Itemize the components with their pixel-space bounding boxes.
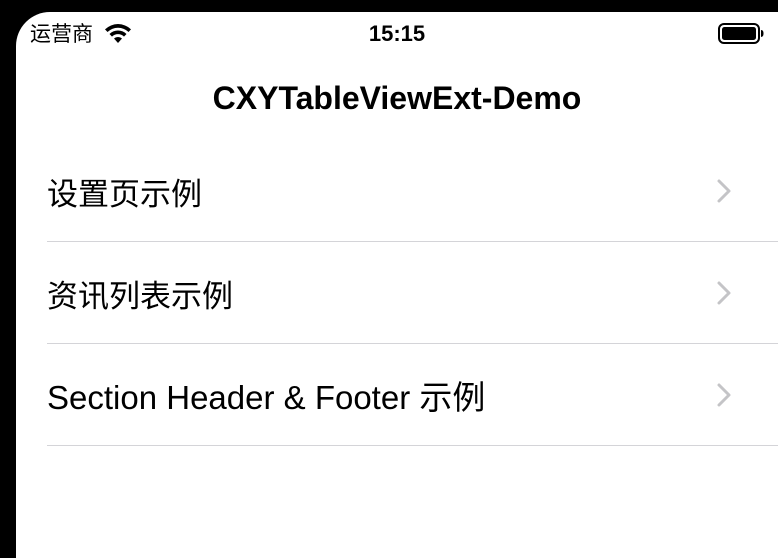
row-label: Section Header & Footer 示例	[47, 379, 486, 416]
status-bar: 运营商 15:15	[16, 12, 778, 56]
chevron-right-icon	[717, 281, 731, 305]
table-row-news-list-demo[interactable]: 资讯列表示例	[16, 242, 778, 344]
chevron-right-icon	[717, 383, 731, 407]
row-label: 设置页示例	[47, 176, 202, 213]
screen: 运营商 15:15 CXYTableViewExt-Demo 设置页示例 资讯列…	[16, 12, 778, 558]
chevron-right-icon	[717, 179, 731, 203]
table-view: 设置页示例 资讯列表示例 Section Header & Footer 示例	[16, 140, 778, 446]
table-row-section-header-footer-demo[interactable]: Section Header & Footer 示例	[16, 344, 778, 446]
table-row-settings-demo[interactable]: 设置页示例	[16, 140, 778, 242]
battery-icon	[718, 23, 764, 44]
row-separator	[47, 445, 778, 446]
device-frame: 运营商 15:15 CXYTableViewExt-Demo 设置页示例 资讯列…	[0, 0, 778, 558]
nav-title: CXYTableViewExt-Demo	[212, 80, 582, 116]
status-time: 15:15	[368, 21, 426, 46]
navigation-bar: CXYTableViewExt-Demo	[16, 56, 778, 140]
row-label: 资讯列表示例	[47, 278, 233, 315]
